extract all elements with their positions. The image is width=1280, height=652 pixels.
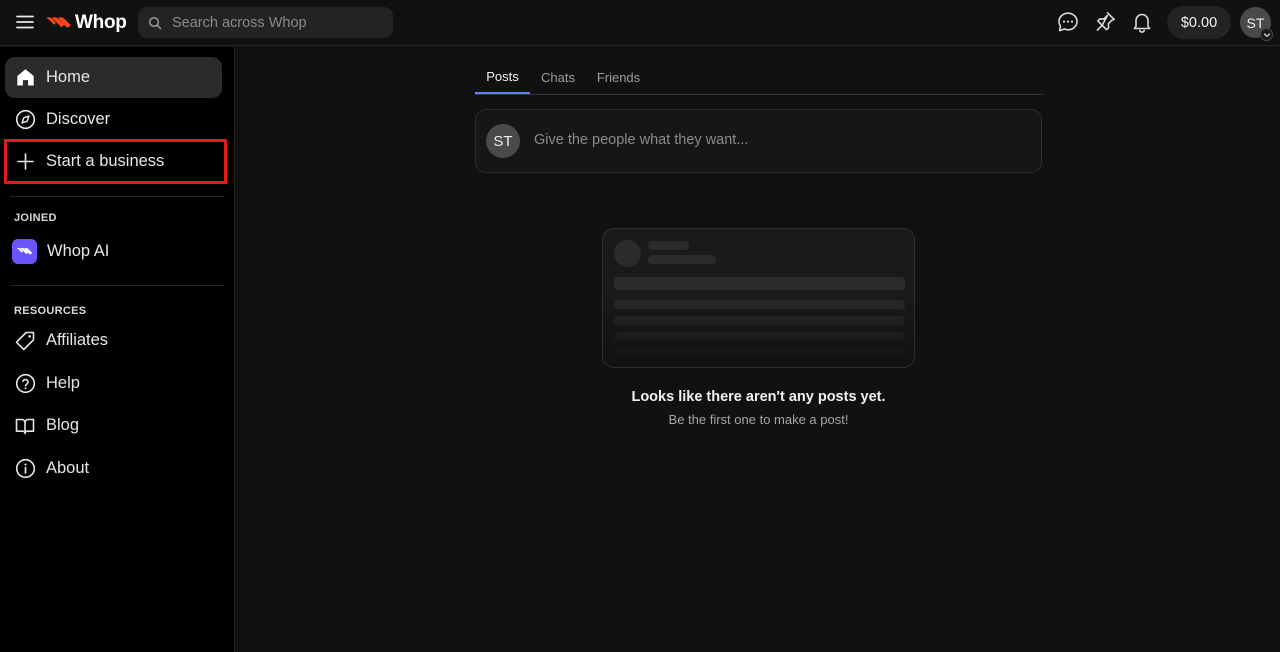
section-label-resources: RESOURCES — [14, 305, 87, 317]
search-bar[interactable] — [138, 7, 393, 38]
menu-icon[interactable] — [14, 11, 36, 33]
post-composer[interactable]: ST Give the people what they want... — [475, 109, 1042, 173]
skeleton-fade — [603, 229, 914, 367]
tab-friends[interactable]: Friends — [590, 61, 647, 94]
help-icon — [14, 373, 36, 395]
search-input[interactable] — [172, 14, 372, 31]
empty-feed-illustration — [602, 228, 915, 368]
sidebar-item-label: About — [46, 459, 90, 477]
balance-button[interactable]: $0.00 — [1167, 6, 1231, 39]
sidebar-item-home[interactable]: Home — [5, 57, 222, 98]
sidebar-item-label: Whop AI — [47, 242, 110, 260]
compass-icon — [14, 109, 36, 131]
home-icon — [14, 67, 36, 89]
empty-state-subtitle: Be the first one to make a post! — [668, 412, 849, 427]
composer-placeholder: Give the people what they want... — [534, 132, 749, 148]
sidebar-item-affiliates[interactable]: Affiliates — [5, 320, 222, 361]
avatar-initials: ST — [1246, 14, 1265, 31]
whop-logo-icon — [46, 17, 71, 28]
sidebar-item-label: Help — [46, 374, 80, 392]
avatar: ST — [486, 124, 520, 158]
sidebar-item-label: Start a business — [46, 152, 165, 170]
sidebar-item-start-a-business[interactable]: Start a business — [5, 141, 222, 182]
sidebar-item-label: Discover — [46, 110, 111, 128]
top-bar: Whop $0.00 ST — [0, 0, 1280, 46]
sidebar-item-label: Blog — [46, 416, 80, 434]
plus-icon — [14, 151, 36, 173]
sidebar-item-discover[interactable]: Discover — [5, 99, 222, 140]
whop-logo[interactable]: Whop — [45, 10, 127, 36]
divider — [10, 285, 224, 286]
book-icon — [14, 415, 36, 437]
user-avatar[interactable]: ST — [1240, 7, 1273, 41]
feed-tabs: Posts Chats Friends — [475, 61, 1043, 95]
info-icon — [14, 458, 36, 480]
avatar-initials: ST — [493, 132, 513, 150]
sidebar-item-help[interactable]: Help — [5, 363, 222, 404]
tab-chats[interactable]: Chats — [534, 61, 582, 94]
whop-ai-icon — [12, 239, 37, 264]
sidebar-item-blog[interactable]: Blog — [5, 405, 222, 446]
tab-posts[interactable]: Posts — [475, 61, 530, 94]
sidebar-item-about[interactable]: About — [5, 448, 222, 489]
sidebar-item-whop-ai[interactable]: Whop AI — [5, 231, 222, 272]
sidebar-item-label: Home — [46, 68, 91, 86]
messages-icon[interactable] — [1056, 10, 1080, 34]
empty-state-title: Looks like there aren't any posts yet. — [631, 389, 886, 405]
divider — [10, 196, 224, 197]
bell-icon[interactable] — [1130, 10, 1154, 34]
brand-name: Whop — [75, 12, 127, 33]
chevron-down-icon — [1260, 28, 1273, 41]
pin-icon[interactable] — [1093, 10, 1117, 34]
section-label-joined: JOINED — [14, 212, 57, 224]
sidebar-item-label: Affiliates — [46, 331, 109, 349]
search-icon — [148, 16, 162, 29]
tag-icon — [14, 330, 36, 352]
sidebar: Home Discover Start a business JOINED Wh… — [0, 47, 235, 652]
